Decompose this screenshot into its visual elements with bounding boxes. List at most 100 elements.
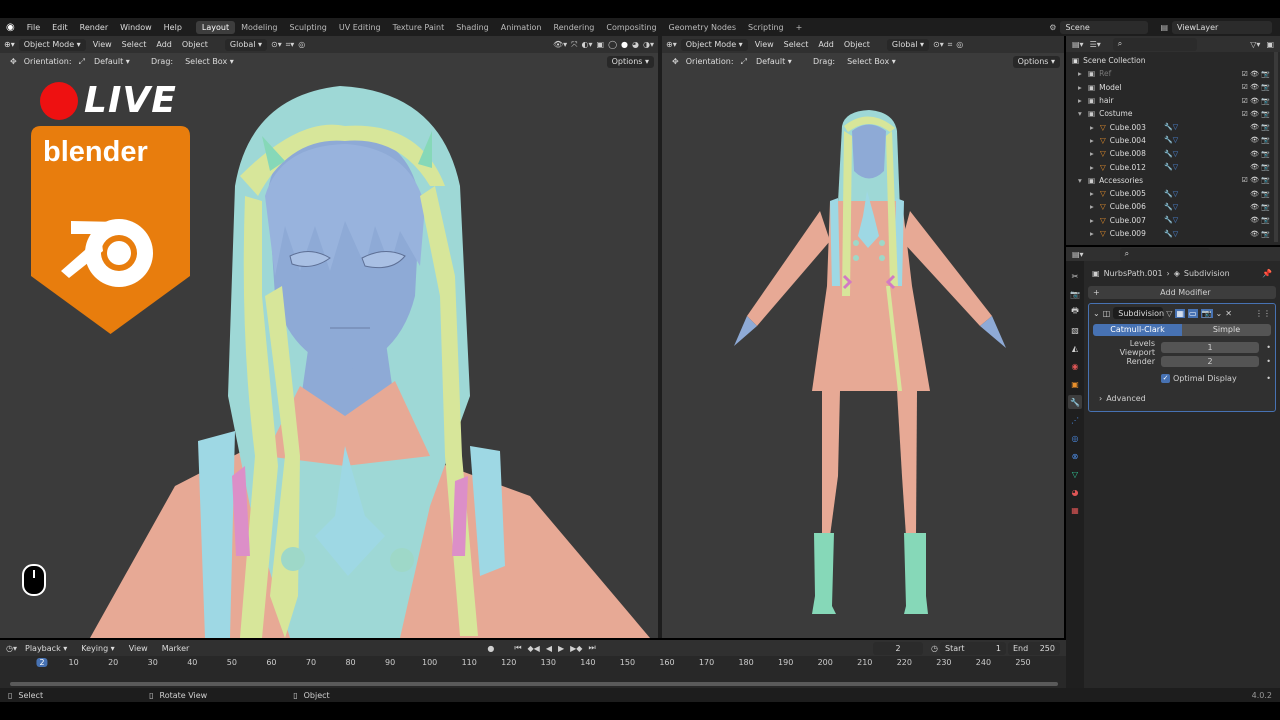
outliner-item[interactable]: ▸ ▽ Cube.004 🔧▽ 👁 📷 bbox=[1072, 134, 1280, 147]
modifier-icon[interactable]: 🔧▽ bbox=[1164, 230, 1178, 238]
texture-tab-icon[interactable]: ▦ bbox=[1068, 503, 1082, 517]
prev-keyframe-icon[interactable]: ◆◀ bbox=[528, 644, 540, 653]
outliner-item[interactable]: ▸ ▽ Cube.006 🔧▽ 👁 📷 bbox=[1072, 200, 1280, 213]
properties-search-input[interactable]: ⌕ bbox=[1119, 247, 1210, 261]
chevron-down-icon[interactable]: ▾ bbox=[1078, 109, 1088, 118]
outliner-search-input[interactable]: ⌕ bbox=[1112, 37, 1197, 51]
world-tab-icon[interactable]: ◉ bbox=[1068, 359, 1082, 373]
modifier-icon[interactable]: 🔧▽ bbox=[1164, 136, 1178, 144]
chevron-right-icon[interactable]: ▸ bbox=[1090, 123, 1100, 132]
current-frame-field[interactable]: 2 bbox=[873, 641, 924, 655]
output-tab-icon[interactable]: 🖶 bbox=[1068, 305, 1082, 319]
chevron-right-icon[interactable]: ▸ bbox=[1090, 136, 1100, 145]
menu-file[interactable]: File bbox=[21, 23, 46, 32]
tab-compositing[interactable]: Compositing bbox=[600, 21, 662, 34]
outliner-item[interactable]: ▾ ▣ Accessories ☑ 👁 📷 bbox=[1072, 174, 1280, 187]
advanced-subpanel[interactable]: › Advanced bbox=[1093, 391, 1271, 405]
modifier-icon[interactable]: 🔧▽ bbox=[1164, 216, 1178, 224]
chevron-down-icon[interactable]: ⌄ bbox=[1093, 309, 1100, 318]
next-keyframe-icon[interactable]: ▶◆ bbox=[570, 644, 582, 653]
menu-window[interactable]: Window bbox=[114, 23, 158, 32]
modifier-name-field[interactable]: Subdivision bbox=[1113, 307, 1164, 319]
tab-rendering[interactable]: Rendering bbox=[548, 21, 601, 34]
close-icon[interactable]: ✕ bbox=[1225, 309, 1232, 318]
timeline-ruler[interactable]: 2 10 20 30 40 50 60 70 80 90 100 110 120 130 140 150 160… bbox=[0, 658, 1066, 670]
visibility-toggle-icon[interactable]: 👁 📷 bbox=[1250, 123, 1270, 131]
chevron-right-icon[interactable]: ▸ bbox=[1078, 83, 1088, 92]
tab-layout[interactable]: Layout bbox=[195, 20, 236, 34]
render-tab-icon[interactable]: 📷 bbox=[1068, 287, 1082, 301]
visibility-toggle-icon[interactable]: 👁 📷 bbox=[1250, 136, 1270, 144]
menu-playback[interactable]: Playback ▾ bbox=[19, 644, 73, 653]
keyframe-dot-icon[interactable]: • bbox=[1259, 343, 1271, 352]
keyframe-dot-icon[interactable]: • bbox=[1266, 374, 1271, 383]
catmull-clark-option[interactable]: Catmull-Clark bbox=[1093, 324, 1182, 336]
scene-selector[interactable]: Scene bbox=[1060, 20, 1149, 34]
scene-tab-icon[interactable]: ◭ bbox=[1068, 341, 1082, 355]
modifier-icon[interactable]: 🔧▽ bbox=[1164, 163, 1178, 171]
new-collection-icon[interactable]: ▣ bbox=[1266, 40, 1274, 49]
outliner-item[interactable]: ▸ ▣ Ref ☑ 👁 📷 bbox=[1072, 67, 1280, 80]
visibility-toggle-icon[interactable]: 👁 📷 bbox=[1250, 190, 1270, 198]
tab-animation[interactable]: Animation bbox=[495, 21, 548, 34]
outliner-item[interactable]: ▸ ▣ Model ☑ 👁 📷 bbox=[1072, 81, 1280, 94]
scene-collection-row[interactable]: ▣ Scene Collection bbox=[1072, 54, 1280, 67]
chevron-right-icon[interactable]: ▸ bbox=[1090, 202, 1100, 211]
menu-marker[interactable]: Marker bbox=[156, 644, 196, 653]
add-modifier-button[interactable]: + Add Modifier bbox=[1088, 286, 1276, 299]
menu-help[interactable]: Help bbox=[158, 23, 188, 32]
view-layer-selector[interactable]: ViewLayer bbox=[1172, 20, 1272, 34]
menu-keying[interactable]: Keying ▾ bbox=[75, 644, 120, 653]
modifier-icon[interactable]: 🔧▽ bbox=[1164, 190, 1178, 198]
preview-range-icon[interactable]: ◷ bbox=[931, 644, 938, 653]
visibility-toggle-icon[interactable]: 👁 📷 bbox=[1250, 150, 1270, 158]
material-tab-icon[interactable]: ◕ bbox=[1068, 485, 1082, 499]
particles-tab-icon[interactable]: ⋰ bbox=[1068, 413, 1082, 427]
viewport-right[interactable]: ⊕▾ Object Mode ▾ View Select Add Object … bbox=[662, 36, 1064, 638]
visibility-toggle-icon[interactable]: ☑ 👁 📷 bbox=[1242, 83, 1270, 91]
tool-tab-icon[interactable]: ✂ bbox=[1068, 269, 1082, 283]
render-display-icon[interactable]: 📷 bbox=[1200, 308, 1213, 318]
data-tab-icon[interactable]: ▽ bbox=[1068, 467, 1082, 481]
chevron-right-icon[interactable]: ▸ bbox=[1090, 216, 1100, 225]
chevron-right-icon[interactable]: ▸ bbox=[1090, 229, 1100, 238]
visibility-toggle-icon[interactable]: ☑ 👁 📷 bbox=[1242, 176, 1270, 184]
tab-sculpting[interactable]: Sculpting bbox=[284, 21, 333, 34]
simple-option[interactable]: Simple bbox=[1182, 324, 1271, 336]
view-layer-tab-icon[interactable]: ▧ bbox=[1068, 323, 1082, 337]
modifier-icon[interactable]: 🔧▽ bbox=[1164, 123, 1178, 131]
visibility-toggle-icon[interactable]: ☑ 👁 📷 bbox=[1242, 110, 1270, 118]
display-mode-icon[interactable]: ☰▾ bbox=[1090, 40, 1101, 49]
render-levels-field[interactable]: 2 bbox=[1161, 356, 1259, 367]
visibility-toggle-icon[interactable]: ☑ 👁 📷 bbox=[1242, 70, 1270, 78]
tab-scripting[interactable]: Scripting bbox=[742, 21, 790, 34]
constraints-tab-icon[interactable]: ⊗ bbox=[1068, 449, 1082, 463]
play-icon[interactable]: ▶ bbox=[558, 644, 564, 653]
add-workspace-icon[interactable]: + bbox=[790, 21, 809, 34]
outliner-item[interactable]: ▸ ▽ Cube.005 🔧▽ 👁 📷 bbox=[1072, 187, 1280, 200]
optimal-display-checkbox[interactable]: ✓ bbox=[1161, 373, 1170, 383]
outliner-item[interactable]: ▸ ▽ Cube.008 🔧▽ 👁 📷 bbox=[1072, 147, 1280, 160]
viewport-display-icon[interactable]: ▭ bbox=[1187, 308, 1198, 318]
menu-view[interactable]: View bbox=[123, 644, 154, 653]
visibility-toggle-icon[interactable]: ☑ 👁 📷 bbox=[1242, 97, 1270, 105]
tab-texture-paint[interactable]: Texture Paint bbox=[387, 21, 451, 34]
edit-mode-icon[interactable]: ▽ bbox=[1166, 309, 1172, 318]
viewport-left[interactable]: ⊕▾ Object Mode ▾ View Select Add Object … bbox=[0, 36, 658, 638]
outliner-item[interactable]: ▾ ▣ Costume ☑ 👁 📷 bbox=[1072, 107, 1280, 120]
physics-tab-icon[interactable]: ◎ bbox=[1068, 431, 1082, 445]
menu-render[interactable]: Render bbox=[74, 23, 114, 32]
modifier-icon[interactable]: 🔧▽ bbox=[1164, 150, 1178, 158]
blender-logo-icon[interactable]: ◉ bbox=[0, 22, 21, 33]
visibility-toggle-icon[interactable]: 👁 📷 bbox=[1250, 203, 1270, 211]
clock-icon[interactable]: ◷▾ bbox=[6, 644, 17, 653]
play-reverse-icon[interactable]: ◀ bbox=[546, 644, 552, 653]
end-frame-field[interactable]: End 250 bbox=[1008, 641, 1060, 655]
jump-end-icon[interactable]: ⏭ bbox=[588, 643, 595, 653]
outliner-item[interactable]: ▸ ▣ hair ☑ 👁 📷 bbox=[1072, 94, 1280, 107]
jump-start-icon[interactable]: ⏮ bbox=[514, 643, 521, 653]
tab-shading[interactable]: Shading bbox=[450, 21, 495, 34]
pin-icon[interactable]: 📌 bbox=[1262, 269, 1272, 278]
object-tab-icon[interactable]: ▣ bbox=[1068, 377, 1082, 391]
chevron-right-icon[interactable]: ▸ bbox=[1078, 96, 1088, 105]
